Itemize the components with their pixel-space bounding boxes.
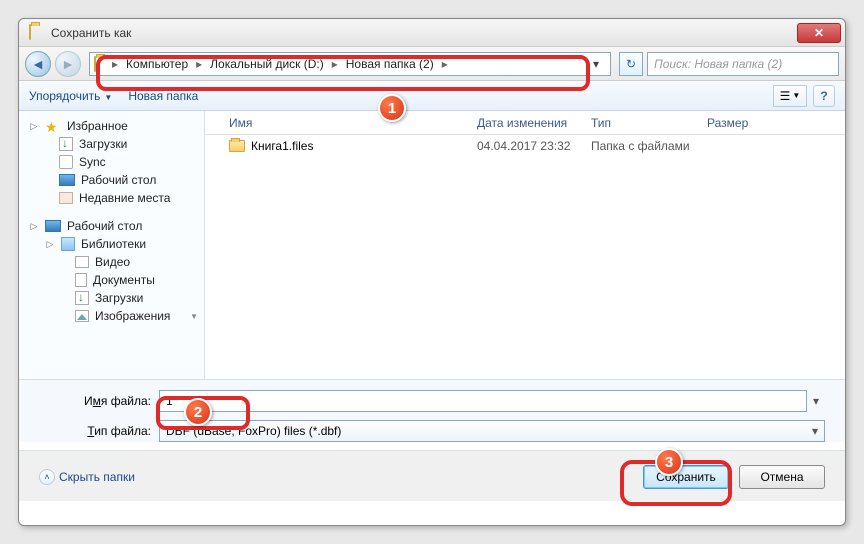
refresh-button[interactable]: ↻ [619, 52, 643, 76]
sidebar-favorites[interactable]: ▷★Избранное [19, 117, 204, 135]
chevron-up-icon: ˄ [39, 469, 55, 485]
col-date[interactable]: Дата изменения [477, 116, 591, 130]
desktop-icon [59, 174, 75, 186]
address-bar[interactable]: ▸ Компьютер ▸ Локальный диск (D:) ▸ Нова… [89, 52, 611, 76]
cancel-button[interactable]: Отмена [739, 465, 825, 489]
sync-icon [59, 155, 73, 169]
column-headers: Имя Дата изменения Тип Размер [205, 111, 845, 135]
sidebar: ▷★Избранное Загрузки Sync Рабочий стол Н… [19, 111, 205, 379]
breadcrumb-computer[interactable]: Компьютер [120, 55, 194, 73]
folder-icon [229, 140, 245, 152]
button-row: ˄ Скрыть папки Сохранить Отмена [19, 450, 845, 501]
sidebar-item-video[interactable]: Видео [19, 253, 204, 271]
sidebar-item-downloads-lib[interactable]: Загрузки [19, 289, 204, 307]
sidebar-item-desktop-fav[interactable]: Рабочий стол [19, 171, 204, 189]
breadcrumb-sep: ▸ [112, 57, 118, 71]
file-row[interactable]: Книга1.files 04.04.2017 23:32 Папка с фа… [205, 135, 845, 157]
new-folder-button[interactable]: Новая папка [128, 89, 198, 103]
document-icon [75, 273, 87, 287]
download-icon [59, 137, 73, 151]
file-type: Папка с файлами [591, 139, 707, 153]
sidebar-item-images[interactable]: Изображения▼ [19, 307, 204, 325]
filename-input[interactable] [159, 390, 807, 412]
nav-back-button[interactable]: ◄ [25, 51, 51, 77]
drive-icon [94, 57, 110, 71]
toolbar: Упорядочить▼ Новая папка ☰ ▼ ? [19, 81, 845, 111]
breadcrumb-drive[interactable]: Локальный диск (D:) [204, 55, 330, 73]
titlebar: Сохранить как ✕ [19, 19, 845, 47]
organize-menu[interactable]: Упорядочить▼ [29, 89, 112, 103]
libraries-icon [61, 237, 75, 251]
sidebar-libraries[interactable]: ▷Библиотеки [19, 235, 204, 253]
places-icon [59, 192, 73, 204]
filetype-select[interactable]: DBF (dBase, FoxPro) files (*.dbf) ▾ [159, 420, 825, 442]
nav-forward-button: ► [55, 51, 81, 77]
breadcrumb-folder[interactable]: Новая папка (2) [340, 55, 440, 73]
save-button[interactable]: Сохранить [643, 465, 729, 489]
desktop-icon [45, 220, 61, 232]
address-dropdown[interactable]: ▾ [586, 57, 606, 71]
help-button[interactable]: ? [813, 85, 835, 107]
file-name: Книга1.files [251, 139, 313, 153]
app-icon [29, 25, 45, 41]
col-type[interactable]: Тип [591, 116, 707, 130]
file-list: Имя Дата изменения Тип Размер Книга1.fil… [205, 111, 845, 379]
search-placeholder: Поиск: Новая папка (2) [654, 57, 782, 71]
col-size[interactable]: Размер [707, 116, 787, 130]
file-date: 04.04.2017 23:32 [477, 139, 591, 153]
chevron-down-icon: ▾ [812, 424, 818, 438]
sidebar-desktop[interactable]: ▷Рабочий стол [19, 217, 204, 235]
filename-dropdown[interactable]: ▾ [807, 394, 825, 408]
star-icon: ★ [45, 119, 61, 133]
close-button[interactable]: ✕ [797, 23, 841, 43]
filename-panel: Имя файла: ▾ Тип файла: DBF (dBase, FoxP… [19, 379, 845, 442]
video-icon [75, 256, 89, 268]
filename-label: Имя файла: [39, 394, 159, 408]
filetype-label: Тип файла: [39, 424, 159, 438]
sidebar-item-sync[interactable]: Sync [19, 153, 204, 171]
sidebar-item-recent[interactable]: Недавние места [19, 189, 204, 207]
download-icon [75, 291, 89, 305]
hide-folders-toggle[interactable]: ˄ Скрыть папки [39, 469, 135, 485]
nav-row: ◄ ► ▸ Компьютер ▸ Локальный диск (D:) ▸ … [19, 47, 845, 81]
window-title: Сохранить как [51, 26, 797, 40]
view-mode-button[interactable]: ☰ ▼ [773, 85, 807, 107]
sidebar-item-documents[interactable]: Документы [19, 271, 204, 289]
sidebar-item-downloads[interactable]: Загрузки [19, 135, 204, 153]
image-icon [75, 310, 89, 322]
col-name[interactable]: Имя [229, 116, 477, 130]
search-input[interactable]: Поиск: Новая папка (2) [647, 52, 839, 76]
